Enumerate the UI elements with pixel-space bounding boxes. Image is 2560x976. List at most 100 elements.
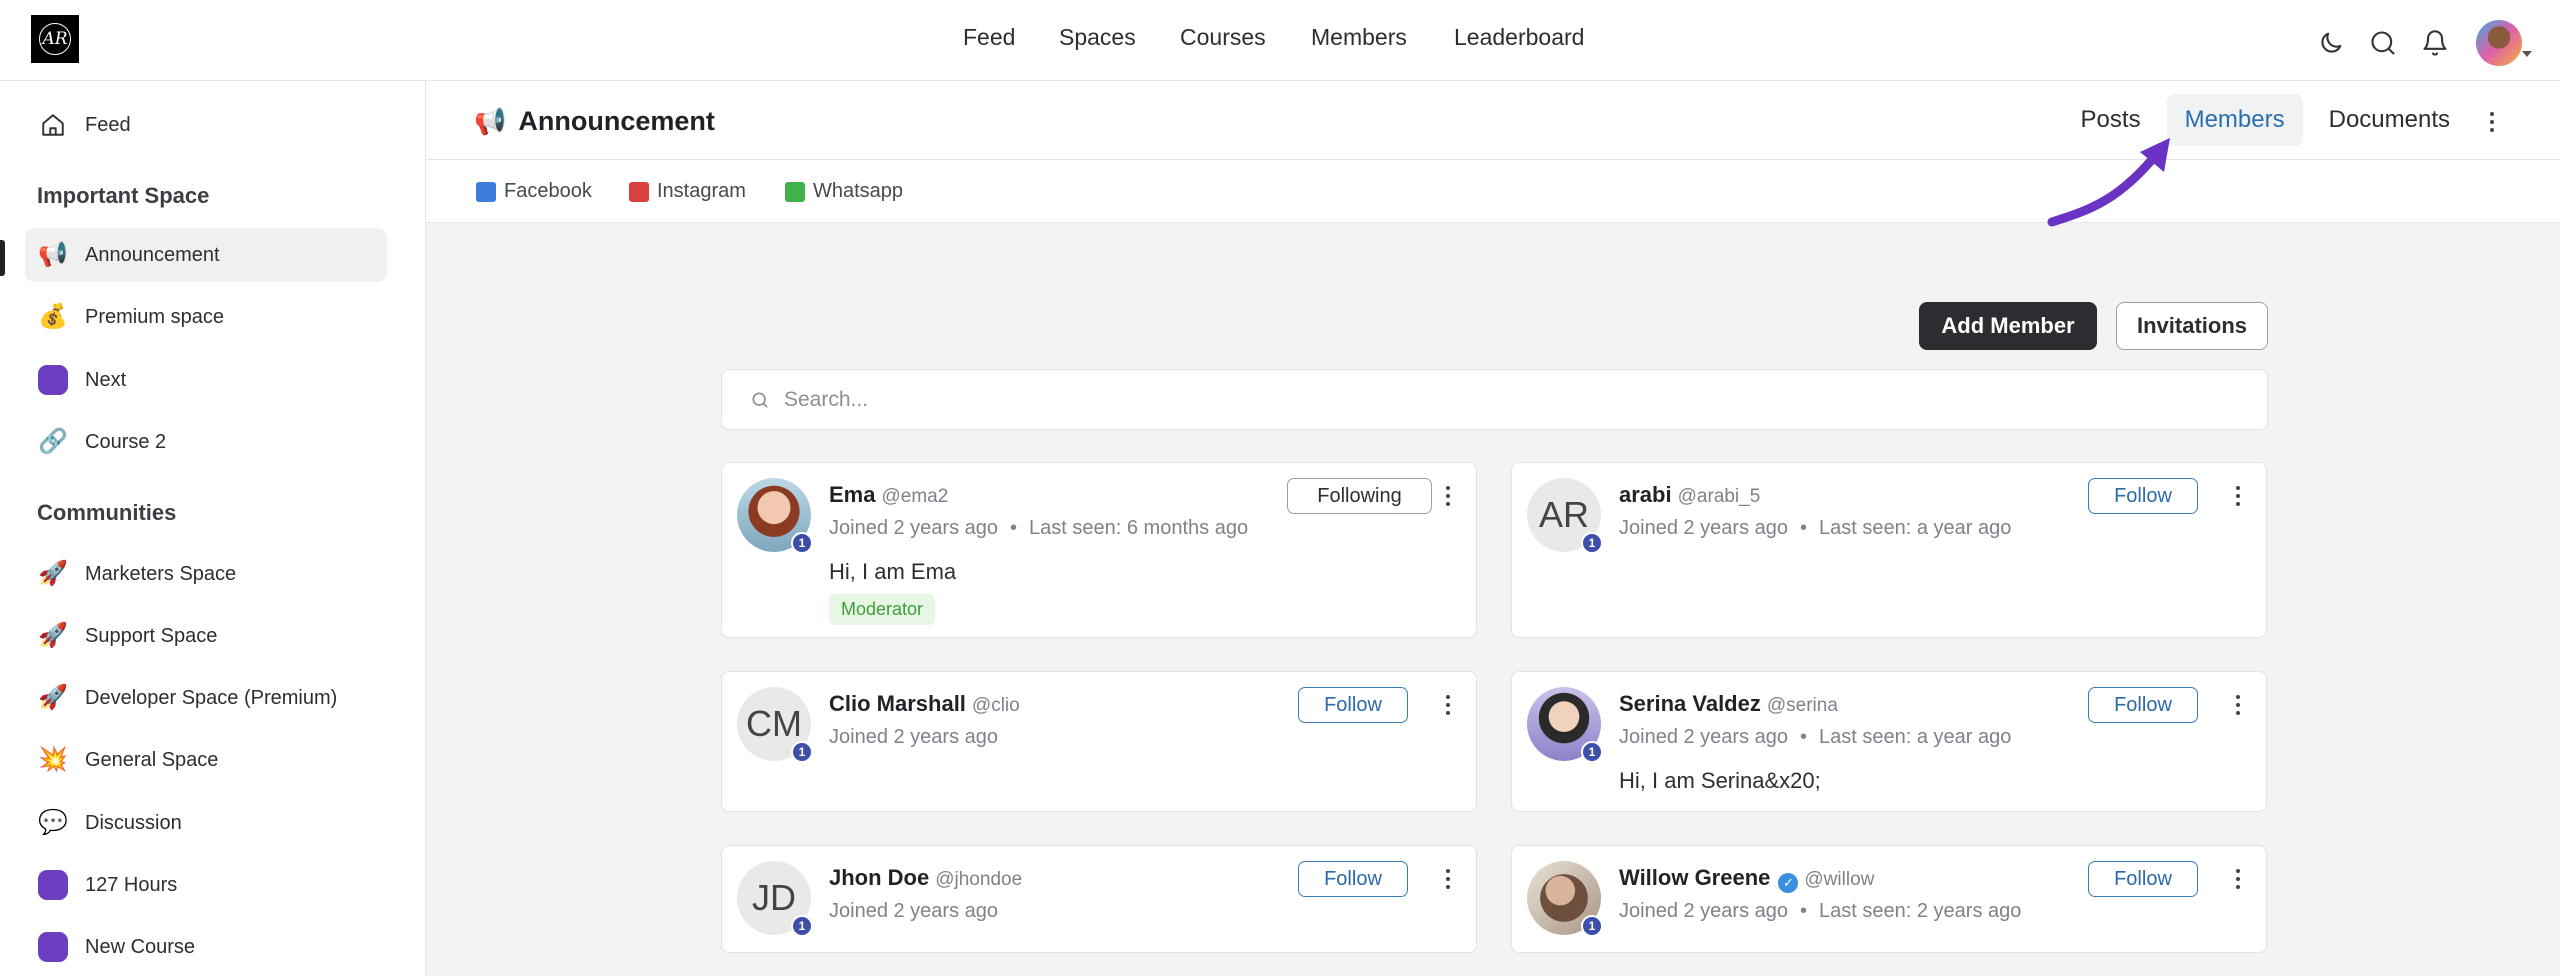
separator-dot: • (1800, 900, 1808, 922)
search-input[interactable] (784, 387, 2184, 412)
moon-icon[interactable] (2314, 26, 2348, 60)
more-options-icon[interactable] (1442, 690, 1454, 720)
member-handle: @arabi_5 (1677, 486, 1761, 507)
member-name[interactable]: arabi (1619, 482, 1672, 508)
more-options-icon[interactable] (1442, 481, 1454, 511)
level-badge: 1 (791, 915, 813, 937)
purple-square-icon (37, 869, 69, 901)
member-meta: Joined 2 years ago • Last seen: 2 years ag… (1619, 900, 2021, 923)
active-indicator (0, 240, 5, 276)
add-member-button[interactable]: Add Member (1919, 302, 2097, 350)
rocket-icon: 🚀 (38, 622, 68, 649)
member-handle: @willow (1804, 869, 1875, 890)
member-meta: Joined 2 years ago (829, 726, 998, 749)
space-title: 📢 Announcement (474, 106, 715, 137)
member-card-ema: 1 Ema @ema2 Joined 2 years ago • Last seen… (721, 462, 1477, 638)
speech-bubble-icon: 💬 (38, 809, 68, 836)
invitations-button[interactable]: Invitations (2116, 302, 2268, 350)
sidebar-item-premium-space[interactable]: 💰 Premium space (25, 290, 387, 344)
last-seen-text: Last seen: 2 years ago (1819, 900, 2022, 922)
member-handle: @jhondoe (935, 869, 1023, 890)
level-badge: 1 (791, 532, 813, 554)
member-card-clio-marshall: CM 1 Clio Marshall @clio Joined 2 years … (721, 671, 1477, 812)
home-icon (37, 109, 69, 141)
member-card-arabi: AR 1 arabi @arabi_5 Joined 2 years ago • L… (1511, 462, 2267, 638)
sidebar-item-general-space[interactable]: 💥 General Space (25, 733, 387, 787)
more-options-icon[interactable] (2232, 864, 2244, 894)
follow-button[interactable]: Follow (2088, 687, 2198, 723)
nav-spaces[interactable]: Spaces (1059, 24, 1136, 51)
member-name[interactable]: Jhon Doe (829, 865, 929, 891)
sidebar-item-developer-space[interactable]: 🚀 Developer Space (Premium) (25, 671, 387, 725)
sidebar-item-label: Next (85, 368, 127, 391)
more-options-icon[interactable] (2232, 690, 2244, 720)
nav-leaderboard[interactable]: Leaderboard (1454, 24, 1584, 51)
member-name[interactable]: Clio Marshall (829, 691, 966, 717)
nav-courses[interactable]: Courses (1180, 24, 1266, 51)
member-handle: @serina (1766, 695, 1838, 716)
more-options-icon[interactable] (1442, 864, 1454, 894)
separator-dot: • (1800, 517, 1808, 539)
sidebar-section-title: Communities (37, 500, 177, 525)
search-icon[interactable] (2366, 26, 2400, 60)
sidebar-item-127-hours[interactable]: 127 Hours (25, 858, 387, 912)
follow-button[interactable]: Follow (1298, 687, 1408, 723)
money-bag-icon: 💰 (38, 303, 68, 330)
separator-dot: • (1010, 517, 1018, 539)
member-name-line: Clio Marshall @clio (829, 691, 1020, 717)
level-badge: 1 (1581, 915, 1603, 937)
member-name[interactable]: Ema (829, 482, 875, 508)
follow-button[interactable]: Follow (1298, 861, 1408, 897)
more-options-icon[interactable] (2232, 481, 2244, 511)
sidebar-item-label: Developer Space (Premium) (85, 686, 338, 709)
sidebar-item-feed[interactable]: Feed (25, 98, 387, 152)
nav-feed[interactable]: Feed (963, 24, 1015, 51)
joined-text: Joined 2 years ago (1619, 726, 1789, 748)
sidebar-item-support-space[interactable]: 🚀 Support Space (25, 609, 387, 663)
joined-text: Joined 2 years ago (829, 726, 999, 748)
member-handle: @clio (971, 695, 1020, 716)
sidebar-item-marketers-space[interactable]: 🚀 Marketers Space (25, 547, 387, 601)
nav-members[interactable]: Members (1311, 24, 1407, 51)
member-name[interactable]: Willow Greene (1619, 865, 1770, 891)
member-name-line: Jhon Doe @jhondoe (829, 865, 1022, 891)
follow-button[interactable]: Follow (2088, 478, 2198, 514)
sidebar-content: Feed Important Space 📢 Announcement 💰 Pr… (0, 0, 426, 976)
instagram-square-icon (629, 181, 649, 202)
link-whatsapp[interactable]: Whatsapp (785, 180, 903, 203)
link-icon: 🔗 (38, 428, 68, 455)
follow-button[interactable]: Follow (2088, 861, 2198, 897)
sidebar-item-course-2[interactable]: 🔗 Course 2 (25, 415, 387, 469)
sidebar-item-label: Feed (85, 113, 131, 136)
member-card-willow-greene: 1 Willow Greene ✓ @willow Joined 2 years… (1511, 845, 2267, 953)
sidebar-item-new-course[interactable]: New Course (25, 920, 387, 974)
tab-documents[interactable]: Documents (2311, 94, 2468, 146)
user-avatar[interactable] (2476, 20, 2532, 66)
sidebar-item-discussion[interactable]: 💬 Discussion (25, 796, 387, 850)
role-badge: Moderator (829, 594, 936, 625)
member-name-line: Serina Valdez @serina (1619, 691, 1838, 717)
member-meta: Joined 2 years ago • Last seen: a year ago (1619, 517, 2011, 540)
member-handle: @ema2 (881, 486, 949, 507)
sidebar-item-label: Discussion (85, 811, 182, 834)
following-button[interactable]: Following (1287, 478, 1432, 514)
collision-icon: 💥 (38, 746, 68, 773)
search-icon (752, 392, 768, 407)
link-label: Facebook (504, 180, 592, 202)
sidebar-item-announcement[interactable]: 📢 Announcement (25, 228, 387, 282)
sidebar-item-label: Announcement (85, 243, 220, 266)
megaphone-icon: 📢 (474, 106, 507, 136)
space-header: 📢 Announcement Posts Members Documents (426, 81, 2560, 160)
sidebar-item-next[interactable]: Next (25, 353, 387, 407)
member-meta: Joined 2 years ago • Last seen: a year ago (1619, 726, 2011, 749)
link-facebook[interactable]: Facebook (476, 180, 592, 203)
link-instagram[interactable]: Instagram (629, 180, 746, 203)
bell-icon[interactable] (2418, 26, 2452, 60)
member-name[interactable]: Serina Valdez (1619, 691, 1761, 717)
more-options-icon[interactable] (2482, 107, 2502, 137)
joined-text: Joined 2 years ago (1619, 517, 1789, 539)
member-bio: Hi, I am Ema (829, 559, 957, 584)
last-seen-text: Last seen: 6 months ago (1029, 517, 1249, 539)
level-badge: 1 (1581, 741, 1603, 763)
joined-text: Joined 2 years ago (829, 517, 999, 539)
